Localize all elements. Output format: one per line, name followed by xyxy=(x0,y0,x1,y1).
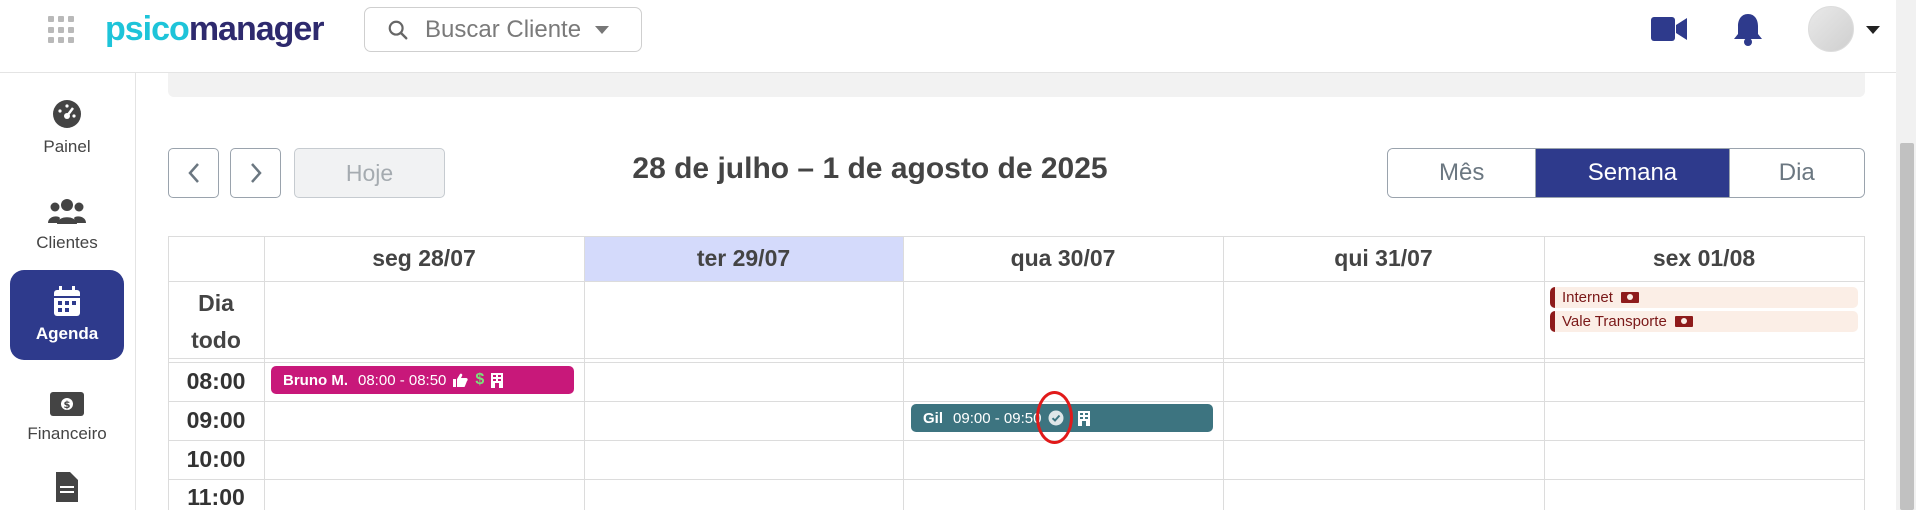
sidebar-item-painel[interactable]: Painel xyxy=(10,83,124,173)
all-day-label: Dia todo xyxy=(168,282,264,362)
cash-icon xyxy=(1674,316,1693,327)
previous-week-button[interactable] xyxy=(168,148,219,198)
sidebar-item-agenda[interactable]: Agenda xyxy=(10,270,124,360)
chevron-right-icon xyxy=(250,163,262,183)
bell-icon[interactable] xyxy=(1733,12,1763,46)
view-week-button[interactable]: Semana xyxy=(1536,149,1729,197)
next-week-button[interactable] xyxy=(230,148,281,198)
page-scrollbar-thumb[interactable] xyxy=(1900,143,1914,510)
dollar-icon: $ xyxy=(475,371,485,388)
cash-icon xyxy=(1620,292,1639,303)
all-day-event-internet[interactable]: Internet xyxy=(1550,287,1858,308)
svg-text:$: $ xyxy=(64,400,71,411)
document-icon xyxy=(56,472,78,502)
sidebar-item-label: Agenda xyxy=(35,324,99,343)
view-month-button[interactable]: Mês xyxy=(1388,149,1537,197)
sidebar-item-label: Clientes xyxy=(36,233,98,252)
all-day-event-vale-transporte[interactable]: Vale Transporte xyxy=(1550,311,1858,332)
time-label: 08:00 xyxy=(186,368,246,394)
day-header[interactable]: seg 28/07 xyxy=(264,236,584,281)
event-title: Internet xyxy=(1562,289,1613,306)
view-day-button[interactable]: Dia xyxy=(1728,149,1864,197)
event-time: 09:00 - 09:50 xyxy=(953,409,1042,427)
time-label: 09:00 xyxy=(186,407,246,433)
top-bar: psicomanager Buscar Cliente xyxy=(0,0,1896,73)
view-switcher: Mês Semana Dia xyxy=(1387,148,1865,198)
today-button[interactable]: Hoje xyxy=(294,148,445,198)
week-calendar: seg 28/07 ter 29/07 qua 30/07 qui 31/07 … xyxy=(168,236,1865,510)
app-logo[interactable]: psicomanager xyxy=(105,10,325,49)
event-client-name: Bruno M. xyxy=(283,371,348,389)
money-icon: $ xyxy=(50,392,84,416)
all-day-label-line-2: todo xyxy=(191,327,241,353)
apps-grid-icon[interactable] xyxy=(48,16,76,44)
sidebar: Painel Clientes Agenda $ Financeiro xyxy=(0,73,136,510)
day-header[interactable]: qua 30/07 xyxy=(903,236,1223,281)
annotation-highlight-ring xyxy=(1036,391,1073,444)
chevron-down-icon[interactable] xyxy=(1866,26,1880,34)
building-icon xyxy=(491,372,504,388)
all-day-label-line-1: Dia xyxy=(198,290,234,316)
top-panel xyxy=(168,73,1865,97)
day-header[interactable]: qui 31/07 xyxy=(1223,236,1544,281)
event-client-name: Gil xyxy=(923,409,944,427)
users-icon xyxy=(48,199,86,224)
day-header[interactable]: sex 01/08 xyxy=(1544,236,1864,281)
sidebar-item-financeiro[interactable]: $ Financeiro xyxy=(10,373,124,463)
event-time: 08:00 - 08:50 xyxy=(358,371,447,389)
event-bruno-m[interactable]: Bruno M. 08:00 - 08:50 $ xyxy=(271,366,574,394)
chevron-left-icon xyxy=(187,163,199,183)
sidebar-item-label: Financeiro xyxy=(27,424,107,443)
video-camera-icon[interactable] xyxy=(1651,16,1687,42)
sidebar-item-clientes[interactable]: Clientes xyxy=(10,180,124,270)
chevron-down-icon xyxy=(595,25,610,34)
logo-part-1: psico xyxy=(105,10,190,48)
calendar-icon xyxy=(54,286,80,316)
building-icon xyxy=(1078,410,1091,426)
event-title: Vale Transporte xyxy=(1562,313,1667,330)
time-label: 11:00 xyxy=(187,484,245,510)
time-label: 10:00 xyxy=(186,446,246,472)
gauge-icon xyxy=(53,100,81,128)
search-icon xyxy=(388,20,408,39)
user-avatar[interactable] xyxy=(1808,6,1854,52)
sidebar-item-label: Painel xyxy=(43,137,91,156)
logo-part-2: manager xyxy=(188,10,325,48)
search-placeholder: Buscar Cliente xyxy=(425,15,582,43)
sidebar-item-documentos[interactable] xyxy=(10,453,124,510)
client-search[interactable]: Buscar Cliente xyxy=(364,7,642,52)
day-header-today[interactable]: ter 29/07 xyxy=(584,236,903,281)
date-range-title: 28 de julho – 1 de agosto de 2025 xyxy=(632,152,1108,185)
thumbs-up-icon xyxy=(453,373,469,387)
